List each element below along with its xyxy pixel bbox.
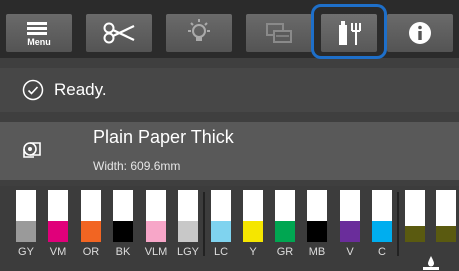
- ink-tank: [48, 190, 68, 242]
- maintenance-box-icon: [423, 256, 439, 270]
- maintenance-icon: [339, 21, 361, 45]
- ink-label: VM: [49, 246, 67, 258]
- menu-icon: [27, 21, 48, 35]
- ink-label: LGY: [176, 246, 199, 258]
- ink-tank: [178, 190, 198, 242]
- paper-width: Width: 609.6mm: [93, 159, 181, 173]
- check-circle-icon: [22, 79, 44, 101]
- ink-tank: [16, 190, 36, 242]
- ink-tank: [211, 190, 231, 242]
- ink-label: MB: [308, 246, 326, 258]
- status-bar: Ready.: [0, 68, 459, 112]
- ink-label: LC: [213, 246, 229, 258]
- ink-level-fill: [113, 221, 133, 242]
- ink-level-fill: [178, 221, 198, 242]
- ink-level-fill: [307, 221, 327, 242]
- ink-level-fill: [48, 221, 68, 242]
- ink-label: OR: [82, 246, 100, 258]
- light-button[interactable]: [166, 14, 232, 52]
- ink-label: GY: [18, 246, 34, 258]
- toolbar: Menu: [0, 0, 459, 59]
- ink-label: V: [346, 246, 354, 258]
- ink-tank: [405, 190, 425, 242]
- ink-level-fill: [81, 221, 101, 242]
- menu-label: Menu: [27, 36, 51, 47]
- ink-label: GR: [276, 246, 294, 258]
- ink-level-fill: [436, 226, 456, 242]
- scissors-icon: [103, 22, 135, 44]
- ink-level-fill: [372, 221, 392, 242]
- ink-tank: [436, 190, 456, 242]
- ink-level-fill: [405, 226, 425, 242]
- ink-level-fill: [340, 221, 360, 242]
- status-text: Ready.: [54, 80, 107, 99]
- print-queue-icon: [266, 23, 292, 43]
- menu-button[interactable]: Menu: [6, 14, 72, 52]
- ink-level-fill: [275, 221, 295, 242]
- paper-type: Plain Paper Thick: [93, 127, 234, 147]
- ink-levels-panel[interactable]: GY VM OR BK VLM LGY LC Y GR MB V C: [0, 186, 459, 271]
- ink-tank: [340, 190, 360, 242]
- info-icon: [409, 22, 431, 44]
- paper-panel[interactable]: Plain Paper Thick Width: 609.6mm: [0, 122, 459, 180]
- ink-tank: [307, 190, 327, 242]
- ink-label: VLM: [144, 246, 168, 258]
- ink-tank: [81, 190, 101, 242]
- ink-level-fill: [146, 221, 166, 242]
- ink-label: Y: [249, 246, 257, 258]
- ink-label: C: [378, 246, 386, 258]
- print-queue-button[interactable]: [246, 14, 312, 52]
- ink-tank: [146, 190, 166, 242]
- maintenance-button[interactable]: [321, 14, 377, 52]
- ink-label: BK: [115, 246, 131, 258]
- light-bulb-icon: [188, 19, 210, 41]
- info-button[interactable]: [387, 14, 453, 52]
- cut-button[interactable]: [86, 14, 152, 52]
- ink-tank: [372, 190, 392, 242]
- ink-level-fill: [16, 221, 36, 242]
- ink-level-fill: [211, 221, 231, 242]
- ink-tank: [113, 190, 133, 242]
- ink-level-fill: [243, 221, 263, 242]
- ink-tank: [275, 190, 295, 242]
- paper-roll-icon: [23, 142, 41, 158]
- ink-tank: [243, 190, 263, 242]
